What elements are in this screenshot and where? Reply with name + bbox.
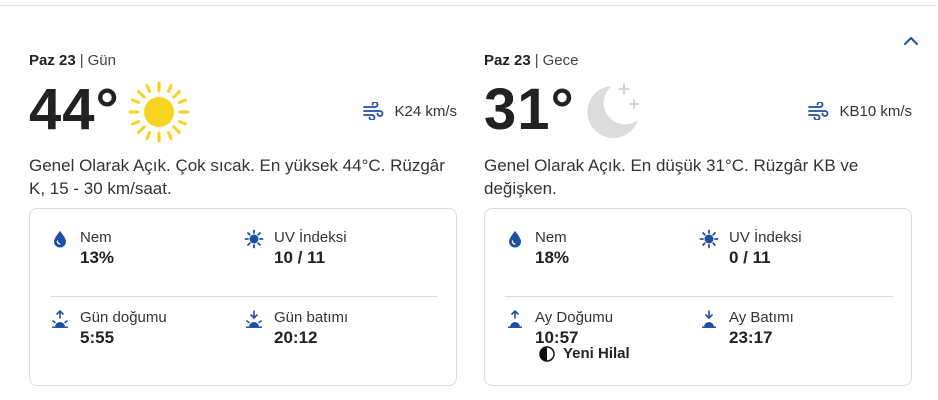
night-moonset: Ay Batımı 23:17 <box>699 309 794 349</box>
night-uv-value: 0 / 11 <box>729 248 771 267</box>
day-temperature: 44° <box>29 77 120 142</box>
day-period: Gün <box>87 52 116 69</box>
night-description: Genel Olarak Açık. En düşük 31°C. Rüzgâr… <box>484 156 859 198</box>
night-wind-value: KB10 km/s <box>839 102 912 120</box>
moon-phase: Yeni Hilal <box>539 345 630 362</box>
day-uv-value: 10 / 11 <box>274 248 326 267</box>
night-humidity-label: Nem <box>535 229 567 246</box>
top-divider <box>0 5 936 6</box>
day-details-card: Nem 13% UV İndeksi 10 / 11 Gün doğumu 5:… <box>29 208 457 386</box>
night-details-card: Nem 18% UV İndeksi 0 / 11 Ay Doğumu 10:5… <box>484 208 912 386</box>
day-sunrise-label: Gün doğumu <box>80 309 167 326</box>
night-hero: 31° KB10 km/s <box>484 78 914 146</box>
wind-icon <box>808 102 829 120</box>
night-temperature: 31° <box>484 77 575 142</box>
day-wind: K24 km/s <box>362 102 457 120</box>
night-date-line: Paz 23 | Gece <box>484 52 579 69</box>
moon-stars-icon <box>587 83 639 138</box>
moon-phase-icon <box>539 345 555 362</box>
day-date-line: Paz 23 | Gün <box>29 52 116 69</box>
moon-phase-label: Yeni Hilal <box>563 345 630 362</box>
uv-sun-icon <box>699 229 719 249</box>
night-forecast-panel: Paz 23 | Gece 31° KB10 km/s Genel Olarak A… <box>484 50 914 386</box>
night-humidity-value: 18% <box>535 248 570 267</box>
sun-icon <box>128 81 190 143</box>
day-humidity-value: 13% <box>80 248 115 267</box>
night-wind: KB10 km/s <box>807 102 912 120</box>
day-sunrise: Gün doğumu 5:55 <box>50 309 167 349</box>
day-uv-index: UV İndeksi 10 / 11 <box>244 229 347 269</box>
day-sunrise-value: 5:55 <box>80 328 115 347</box>
day-sunset-value: 20:12 <box>274 328 318 347</box>
night-moonrise: Ay Doğumu 10:57 <box>505 309 613 349</box>
water-drop-icon <box>509 231 521 248</box>
moonrise-icon <box>508 309 522 328</box>
night-card-divider <box>505 296 893 297</box>
water-drop-icon <box>54 231 66 248</box>
night-date: Paz 23 <box>484 52 531 69</box>
day-description: Genel Olarak Açık. Çok sıcak. En yüksek … <box>29 156 445 198</box>
night-uv-index: UV İndeksi 0 / 11 <box>699 229 802 269</box>
day-card-divider <box>50 296 438 297</box>
sunrise-icon <box>52 309 68 328</box>
day-forecast-panel: Paz 23 | Gün 44° K24 km/s Genel Olarak A… <box>29 50 459 386</box>
day-hero: 44° K24 km/s <box>29 78 459 146</box>
day-uv-label: UV İndeksi <box>274 229 347 246</box>
chevron-up-icon <box>904 37 918 45</box>
day-humidity-label: Nem <box>80 229 112 246</box>
wind-icon <box>363 102 384 120</box>
moonset-icon <box>702 310 716 328</box>
day-sunset: Gün batımı 20:12 <box>244 309 348 349</box>
sunset-icon <box>246 310 262 328</box>
night-moonrise-label: Ay Doğumu <box>535 309 614 326</box>
night-moonset-value: 23:17 <box>729 328 773 347</box>
day-date: Paz 23 <box>29 52 76 69</box>
day-wind-value: K24 km/s <box>394 102 457 120</box>
uv-sun-icon <box>244 229 264 249</box>
night-uv-label: UV İndeksi <box>729 229 802 246</box>
night-moonset-label: Ay Batımı <box>729 309 794 326</box>
day-sunset-label: Gün batımı <box>274 309 349 326</box>
day-humidity: Nem 13% <box>50 229 114 269</box>
night-humidity: Nem 18% <box>505 229 569 269</box>
collapse-button[interactable] <box>900 30 922 50</box>
night-period: Gece <box>542 52 579 69</box>
